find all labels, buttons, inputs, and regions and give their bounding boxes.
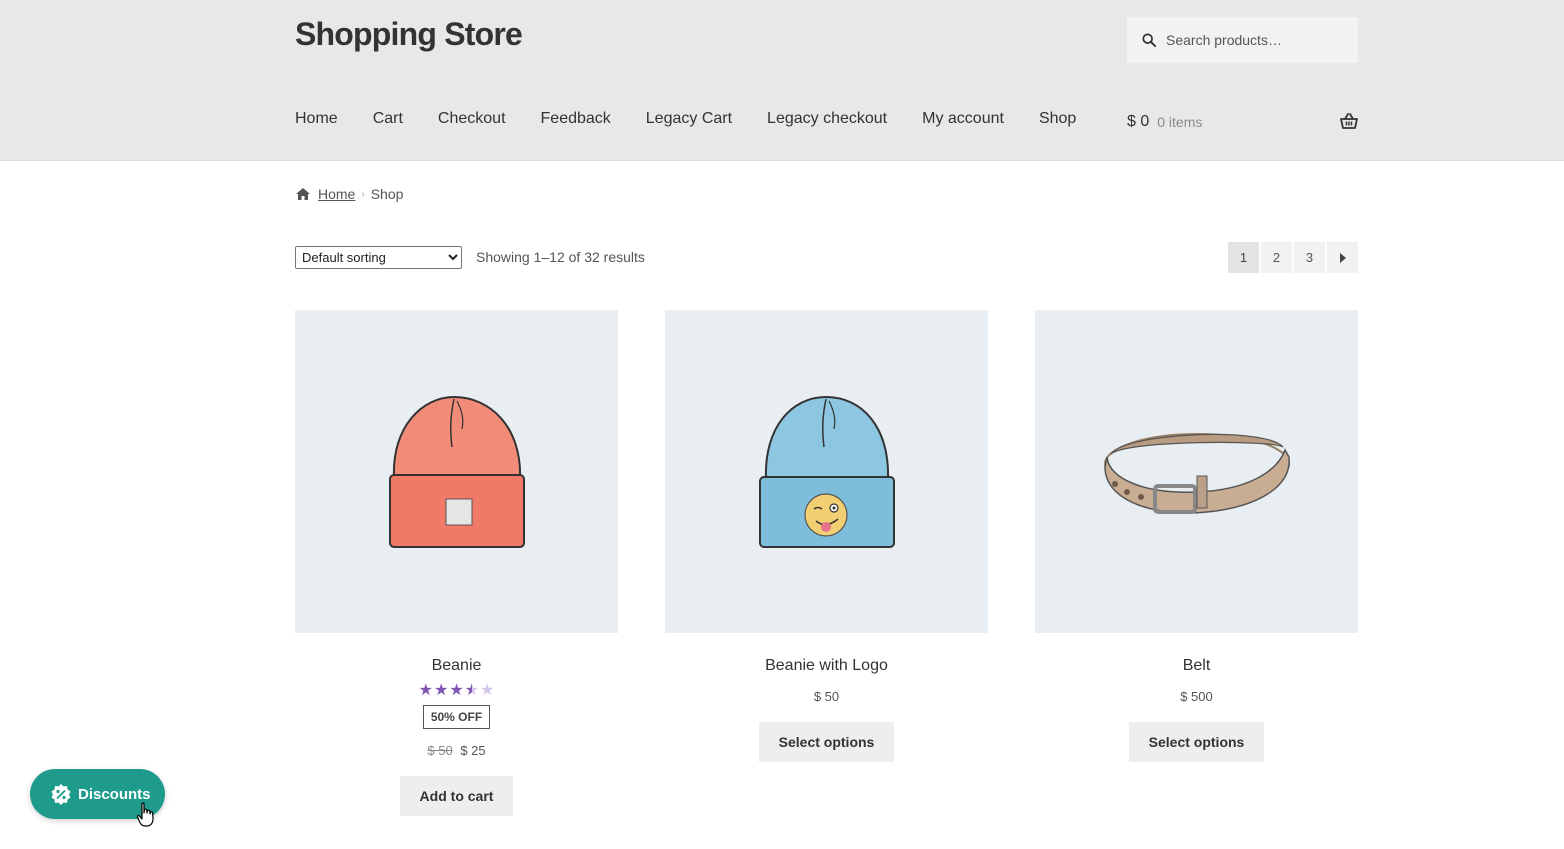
sort-select[interactable]: Default sorting — [295, 246, 462, 269]
belt-icon — [1103, 432, 1290, 514]
page-1[interactable]: 1 — [1228, 242, 1259, 273]
product-name[interactable]: Belt — [1035, 657, 1358, 675]
product-name[interactable]: Beanie with Logo — [665, 657, 988, 675]
nav-item-home[interactable]: Home — [295, 110, 338, 128]
home-icon — [296, 188, 310, 200]
cart-amount: $ 0 — [1127, 113, 1150, 130]
product-price: $ 500 — [1180, 689, 1213, 704]
breadcrumb-home-link[interactable]: Home — [318, 186, 355, 202]
basket-icon — [1340, 113, 1358, 129]
site-title[interactable]: Shopping Store — [295, 16, 523, 53]
product-card-beanie-with-logo: Beanie with Logo $ 50 Select options — [665, 310, 988, 762]
product-image[interactable] — [1035, 310, 1358, 633]
rating-stars: ★ ★ ★ ★ ★ — [295, 683, 618, 699]
product-price: $ 50 $ 25 — [295, 743, 618, 758]
add-to-cart-button[interactable]: Add to cart — [399, 776, 514, 816]
nav-item-feedback[interactable]: Feedback — [541, 110, 611, 128]
discount-badge-icon — [51, 784, 71, 805]
breadcrumb-separator-icon: › — [361, 188, 365, 200]
product-price: $ 50 — [813, 689, 840, 704]
nav-item-legacy-cart[interactable]: Legacy Cart — [646, 110, 732, 128]
discount-badge: 50% OFF — [422, 705, 491, 729]
sale-price: $ 25 — [460, 743, 486, 758]
nav-item-checkout[interactable]: Checkout — [438, 110, 506, 128]
pagination: 1 2 3 — [1228, 242, 1358, 273]
arrow-right-icon — [1339, 252, 1346, 263]
breadcrumb: Home › Shop — [295, 186, 403, 202]
next-page-button[interactable] — [1327, 242, 1358, 273]
orange-beanie-icon — [388, 395, 525, 548]
blue-beanie-logo-icon — [758, 395, 895, 548]
empty-star-icon: ★ — [480, 682, 495, 699]
star-icon: ★ — [449, 682, 464, 699]
nav-item-shop[interactable]: Shop — [1039, 110, 1076, 128]
nav-item-legacy-checkout[interactable]: Legacy checkout — [767, 110, 887, 128]
search-box[interactable] — [1127, 17, 1358, 63]
discounts-label: Discounts — [78, 785, 151, 803]
breadcrumb-current: Shop — [370, 186, 404, 202]
product-card-belt: Belt $ 500 Select options — [1035, 310, 1358, 762]
page-2[interactable]: 2 — [1261, 242, 1292, 273]
result-count: Showing 1–12 of 32 results — [476, 249, 645, 265]
select-options-button[interactable]: Select options — [758, 722, 895, 762]
product-image[interactable] — [295, 310, 618, 633]
cart-item-count: 0 items — [1157, 114, 1203, 130]
nav-item-cart[interactable]: Cart — [373, 110, 403, 128]
star-icon: ★ — [418, 682, 433, 699]
search-input[interactable] — [1164, 31, 1354, 49]
product-card-beanie: Beanie ★ ★ ★ ★ ★ 50% OFF $ 50 $ 25 Add t… — [295, 310, 618, 816]
product-name[interactable]: Beanie — [295, 657, 618, 675]
header-cart[interactable]: $ 0 0 items — [1127, 110, 1358, 134]
nav-item-my-account[interactable]: My account — [922, 110, 1004, 128]
main-nav: Home Cart Checkout Feedback Legacy Cart … — [295, 110, 1111, 128]
hand-cursor-icon — [136, 802, 154, 827]
page-3[interactable]: 3 — [1294, 242, 1325, 273]
search-icon — [1142, 33, 1156, 47]
half-star-icon: ★ — [464, 682, 480, 699]
select-options-button[interactable]: Select options — [1128, 722, 1265, 762]
product-image[interactable] — [665, 310, 988, 633]
site-header: Shopping Store Home Cart Checkout Feedba… — [0, 0, 1564, 161]
old-price: $ 50 — [427, 743, 453, 758]
star-icon: ★ — [433, 682, 449, 699]
